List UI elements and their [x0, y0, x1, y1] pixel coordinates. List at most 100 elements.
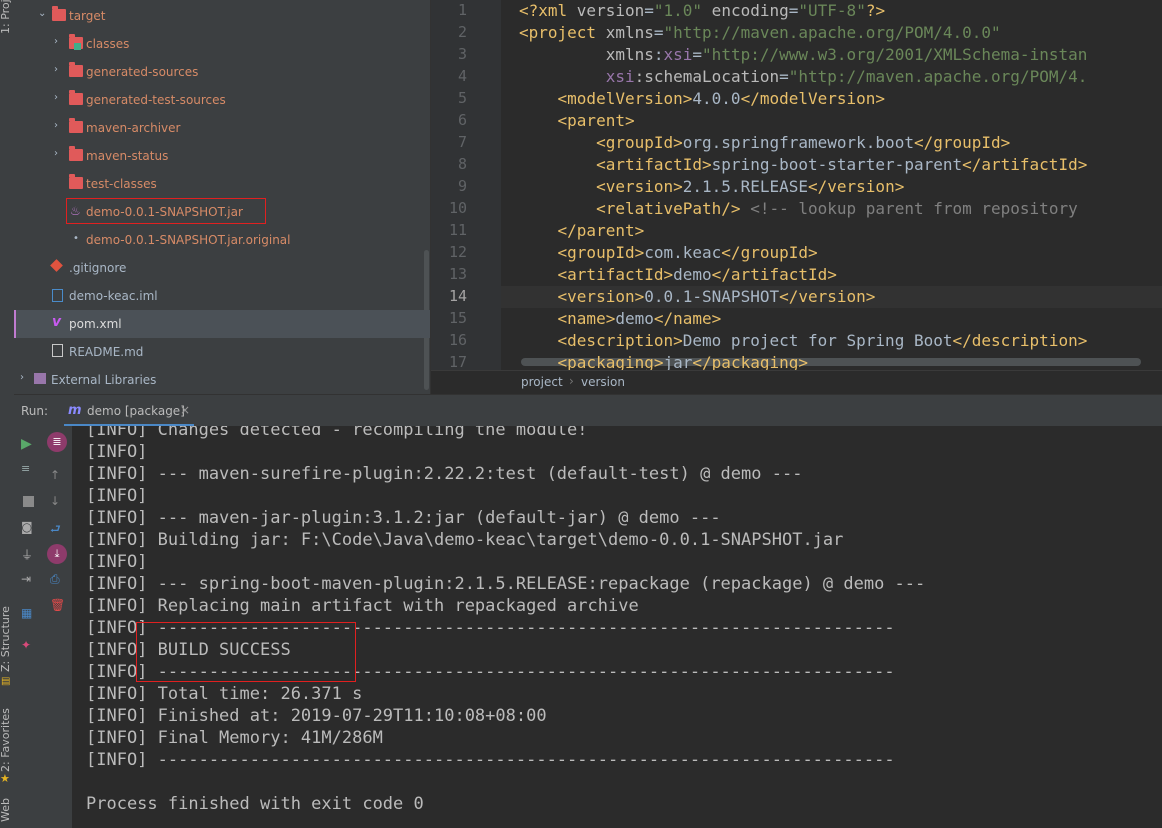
code-line: <relativePath/> <!-- lookup parent from …: [519, 199, 1078, 218]
code-token: xmlns: [519, 45, 654, 64]
code-token: "1.0": [653, 1, 703, 20]
tree-item-iml[interactable]: demo-keac.iml: [14, 282, 430, 310]
stop-icon[interactable]: [23, 496, 34, 507]
chevron-right-icon[interactable]: ›: [54, 121, 64, 131]
code-token: =: [644, 1, 654, 20]
pin-icon[interactable]: ✦: [21, 638, 35, 652]
line-number: 17: [448, 353, 467, 371]
code-line: <artifactId>demo</artifactId>: [519, 265, 837, 284]
favorites-tool-tab[interactable]: 2: Favorites: [0, 708, 12, 772]
soft-wrap-icon[interactable]: ⮐: [50, 520, 64, 536]
folder-icon: [52, 6, 66, 21]
code-token: </version>: [779, 287, 876, 306]
console-line: [INFO]: [86, 486, 148, 506]
code-token: 2.1.5.RELEASE: [682, 177, 808, 196]
tree-item-target[interactable]: ⌄ target: [14, 2, 430, 30]
code-token: <relativePath/>: [519, 199, 741, 218]
exit-icon[interactable]: ⇥: [21, 572, 35, 586]
folder-icon: [69, 174, 83, 189]
console-output[interactable]: [INFO] Changes detected - recompiling th…: [72, 426, 1162, 828]
code-token: <modelVersion>: [519, 89, 693, 108]
tree-item-maven-status[interactable]: › maven-status: [14, 142, 430, 170]
chevron-down-icon[interactable]: ⌄: [38, 9, 48, 19]
code-token: <version>: [519, 287, 645, 306]
list-icon[interactable]: ≣: [47, 432, 67, 452]
close-tab-icon[interactable]: ×: [180, 403, 190, 417]
console-line: [INFO] Building jar: F:\Code\Java\demo-k…: [86, 530, 844, 550]
line-number: 12: [448, 243, 467, 261]
print-icon[interactable]: ⎙: [50, 572, 64, 586]
code-token: </version>: [808, 177, 905, 196]
code-token: demo: [673, 265, 712, 284]
chevron-right-icon[interactable]: ›: [54, 149, 64, 159]
code-token: Demo project for Spring Boot: [682, 331, 953, 350]
plug-icon[interactable]: ⏚: [21, 546, 35, 562]
code-token: com.keac: [644, 243, 722, 262]
line-number: 4: [457, 67, 467, 85]
tree-item-pom-xml[interactable]: v pom.xml: [14, 310, 430, 338]
tree-item-classes[interactable]: › classes: [14, 30, 430, 58]
code-line: <groupId>org.springframework.boot</group…: [519, 133, 1010, 152]
chevron-right-icon[interactable]: ›: [54, 65, 64, 75]
file-icon: •: [73, 233, 79, 244]
code-token: <description>: [519, 331, 683, 350]
tree-item-external-libraries[interactable]: › External Libraries: [14, 366, 430, 394]
web-tool-tab[interactable]: Web: [0, 798, 12, 822]
code-token: encoding: [702, 1, 789, 20]
code-token: =: [692, 45, 703, 64]
chevron-right-icon[interactable]: ›: [54, 37, 64, 47]
tree-item-generated-test-sources[interactable]: › generated-test-sources: [14, 86, 430, 114]
tree-item-generated-sources[interactable]: › generated-sources: [14, 58, 430, 86]
camera-icon[interactable]: ◙: [21, 520, 35, 534]
toggle-icon[interactable]: ≡: [21, 462, 35, 476]
code-token: "UTF-8": [798, 1, 866, 20]
breadcrumb: project › version: [431, 370, 1162, 395]
console-line: [INFO] Final Memory: 41M/286M: [86, 728, 383, 748]
code-token: </description>: [952, 331, 1088, 350]
tree-item-demo-jar-original[interactable]: • demo-0.0.1-SNAPSHOT.jar.original: [14, 226, 430, 254]
line-number: 11: [448, 221, 467, 239]
line-number: 9: [457, 177, 467, 195]
arrow-up-icon[interactable]: ↑: [50, 468, 64, 482]
chevron-right-icon[interactable]: ›: [54, 93, 64, 103]
arrow-down-icon[interactable]: ↓: [50, 494, 64, 508]
structure-tool-tab[interactable]: Z: Structure: [0, 606, 12, 672]
tree-item-readme[interactable]: README.md: [14, 338, 430, 366]
code-token: :schemaLocation: [634, 67, 780, 86]
code-token: 4.0.0: [692, 89, 741, 108]
code-token: <name>: [519, 309, 616, 328]
code-token: =: [788, 1, 799, 20]
breadcrumb-item-version[interactable]: version: [581, 375, 625, 389]
tree-item-test-classes[interactable]: test-classes: [14, 170, 430, 198]
run-tab-label[interactable]: demo [package]: [87, 404, 185, 418]
code-line: <parent>: [519, 111, 635, 130]
line-number: 8: [457, 155, 467, 173]
code-token: "http://www.w3.org/2001/XMLSchema-instan: [702, 45, 1088, 64]
code-editor[interactable]: <?xml version="1.0" encoding="UTF-8"?> <p…: [501, 0, 1162, 370]
code-token: jar: [663, 353, 693, 370]
tree-item-label: demo-0.0.1-SNAPSHOT.jar.original: [86, 233, 291, 247]
code-line: <artifactId>spring-boot-starter-parent</…: [519, 155, 1087, 174]
code-token: </name>: [653, 309, 722, 328]
code-line: <packaging>jar</packaging>: [519, 353, 808, 370]
project-tool-tab[interactable]: 1: Project: [0, 0, 12, 34]
code-token: spring-boot-starter-parent: [711, 155, 963, 174]
breadcrumb-item-project[interactable]: project: [521, 375, 563, 389]
console-line: [INFO] Replacing main artifact with repa…: [86, 596, 639, 616]
tree-item-maven-archiver[interactable]: › maven-archiver: [14, 114, 430, 142]
code-token: ?>: [865, 1, 886, 20]
console-line: Process finished with exit code 0: [86, 794, 424, 814]
code-token: "http://maven.apache.org/POM/4.0.0": [663, 23, 1001, 42]
console-line: [INFO] --- maven-jar-plugin:3.1.2:jar (d…: [86, 508, 721, 528]
rerun-icon[interactable]: ▶: [21, 436, 35, 452]
scroll-to-end-icon[interactable]: ⤓: [47, 544, 67, 564]
layout-icon[interactable]: ▦: [21, 606, 35, 620]
trash-icon[interactable]: 🗑: [50, 598, 65, 612]
tree-item-gitignore[interactable]: .gitignore: [14, 254, 430, 282]
code-token: :: [653, 45, 664, 64]
markdown-file-icon: [52, 344, 63, 357]
folder-icon: [69, 90, 83, 105]
highlight-box-build-success: [136, 622, 356, 682]
chevron-right-icon[interactable]: ›: [20, 373, 30, 383]
module-file-icon: [52, 289, 63, 302]
